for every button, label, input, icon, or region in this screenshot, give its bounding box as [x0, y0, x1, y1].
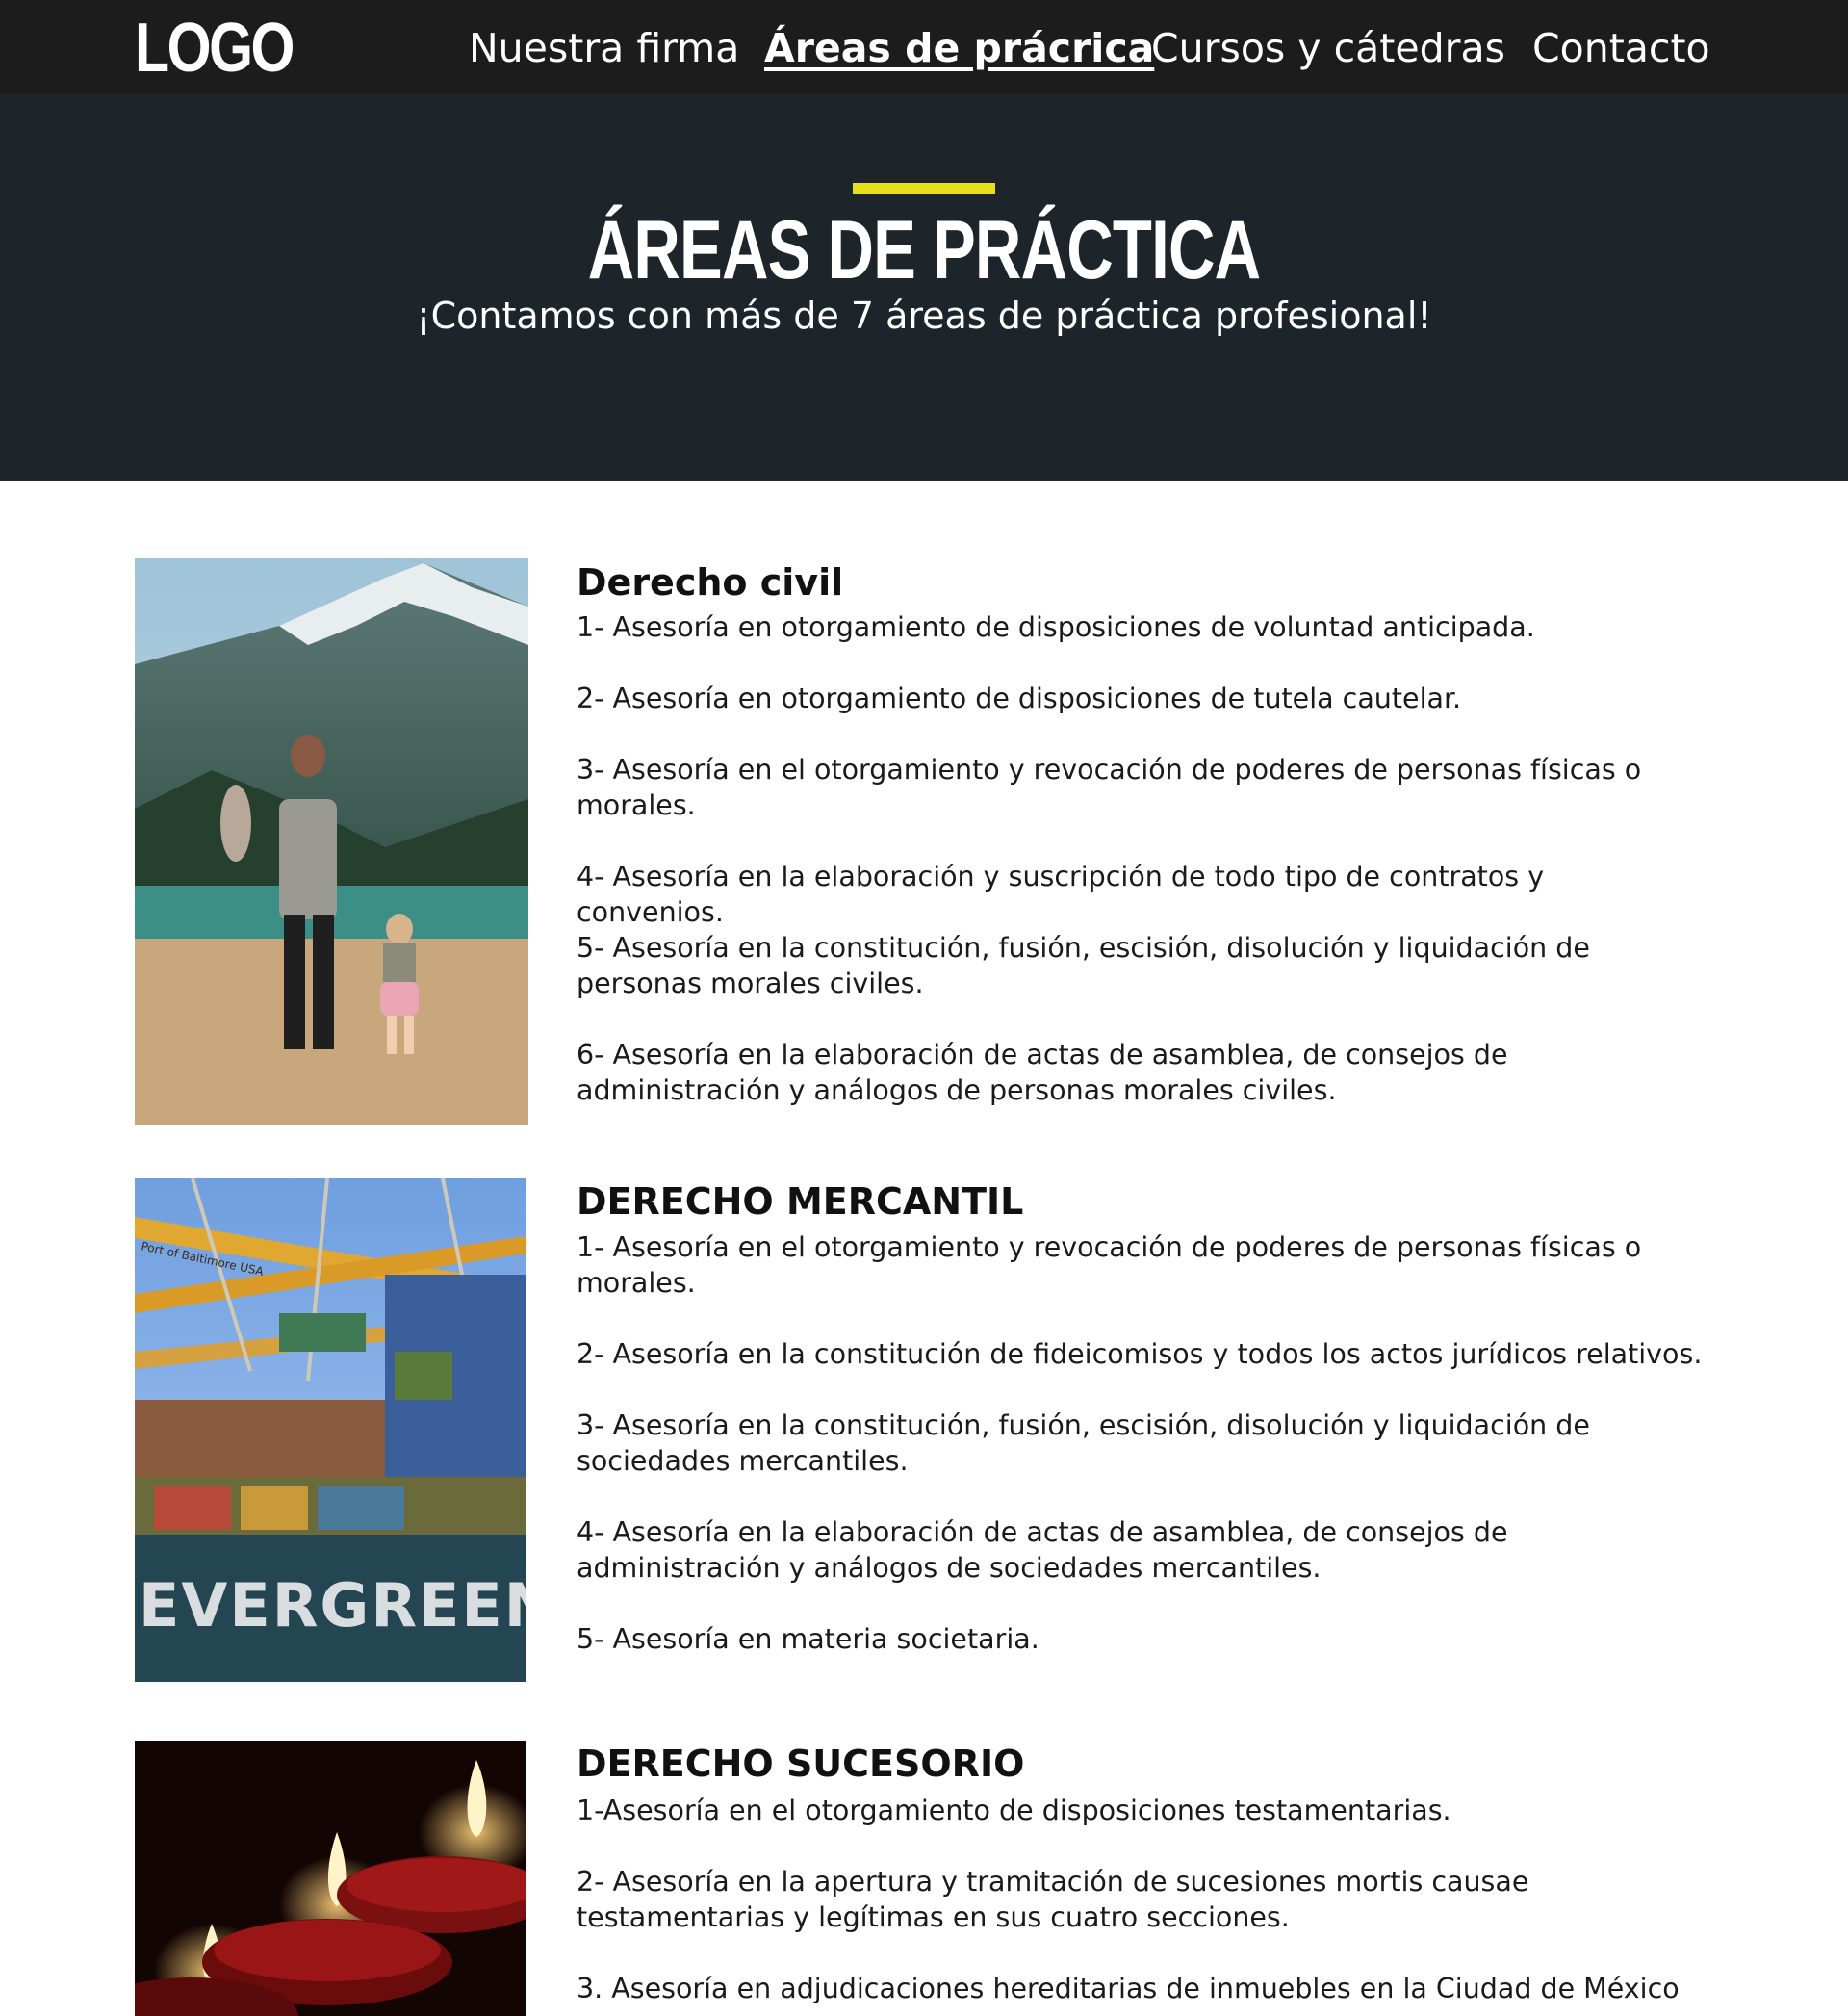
section-list-derecho-sucesorio: 1-Asesoría en el otorgamiento de disposi… [577, 1793, 1722, 2006]
nav-link-cursos-y-catedras[interactable]: Cursos y cátedras [1151, 21, 1505, 75]
ship-name-text: EVERGREEN [139, 1570, 526, 1641]
derecho-civil-image [135, 558, 528, 1125]
section-list-derecho-mercantil: 1- Asesoría en el otorgamiento y revocac… [577, 1229, 1722, 1657]
list-item: 3- Asesoría en el otorgamiento y revocac… [577, 754, 1642, 821]
hero-accent-line [853, 183, 995, 194]
logo[interactable]: LOGO [135, 8, 295, 89]
list-item: 1-Asesoría en el otorgamiento de disposi… [577, 1795, 1451, 1826]
section-title-derecho-sucesorio: DERECHO SUCESORIO [577, 1743, 1025, 1785]
list-item: 1- Asesoría en otorgamiento de disposici… [577, 611, 1535, 643]
nav-link-nuestra-firma[interactable]: Nuestra firma [469, 21, 739, 75]
page-subtitle: ¡Contamos con más de 7 áreas de práctica… [416, 295, 1432, 337]
hero-banner: ÁREAS DE PRÁCTICA ¡Contamos con más de 7… [0, 94, 1848, 481]
list-item: 5- Asesoría en materia societaria. [577, 1623, 1040, 1655]
section-title-derecho-mercantil: DERECHO MERCANTIL [577, 1180, 1024, 1223]
list-item: 3- Asesoría en la constitución, fusión, … [577, 1409, 1590, 1477]
list-item: 5- Asesoría en la constitución, fusión, … [577, 932, 1590, 999]
list-item: 3. Asesoría en adjudicaciones hereditari… [577, 1973, 1680, 2004]
list-item: 4- Asesoría en la elaboración de actas d… [577, 1516, 1508, 1584]
page-title: ÁREAS DE PRÁCTICA [587, 204, 1261, 297]
list-item: 1- Asesoría en el otorgamiento y revocac… [577, 1231, 1642, 1299]
derecho-mercantil-image: EVERGREEN Port of Baltimore USA [135, 1178, 526, 1682]
derecho-sucesorio-image [135, 1741, 526, 2016]
list-item: 6- Asesoría en la elaboración de actas d… [577, 1039, 1508, 1106]
list-item: 2- Asesoría en la constitución de fideic… [577, 1338, 1703, 1370]
nav-link-contacto[interactable]: Contacto [1532, 21, 1710, 75]
section-list-derecho-civil: 1- Asesoría en otorgamiento de disposici… [577, 609, 1722, 1108]
section-title-derecho-civil: Derecho civil [577, 561, 844, 604]
list-item: 4- Asesoría en la elaboración y suscripc… [577, 861, 1545, 928]
nav-link-areas-de-practica[interactable]: Áreas de prácrica [764, 21, 1154, 75]
list-item: 2- Asesoría en otorgamiento de disposici… [577, 683, 1462, 714]
list-item: 2- Asesoría en la apertura y tramitación… [577, 1866, 1529, 1933]
top-navigation-bar: LOGO Nuestra firma Áreas de prácrica Cur… [0, 0, 1848, 94]
